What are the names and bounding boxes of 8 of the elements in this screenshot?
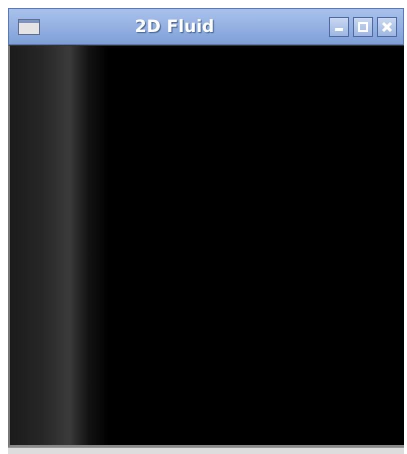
close-button[interactable] [377,16,397,36]
minimize-icon [335,28,343,31]
maximize-button[interactable] [353,16,373,36]
close-icon [381,20,393,32]
window-title: 2D Fluid [134,16,216,36]
window-icon [18,18,40,34]
maximize-icon [357,20,369,32]
minimize-button[interactable] [329,16,349,36]
